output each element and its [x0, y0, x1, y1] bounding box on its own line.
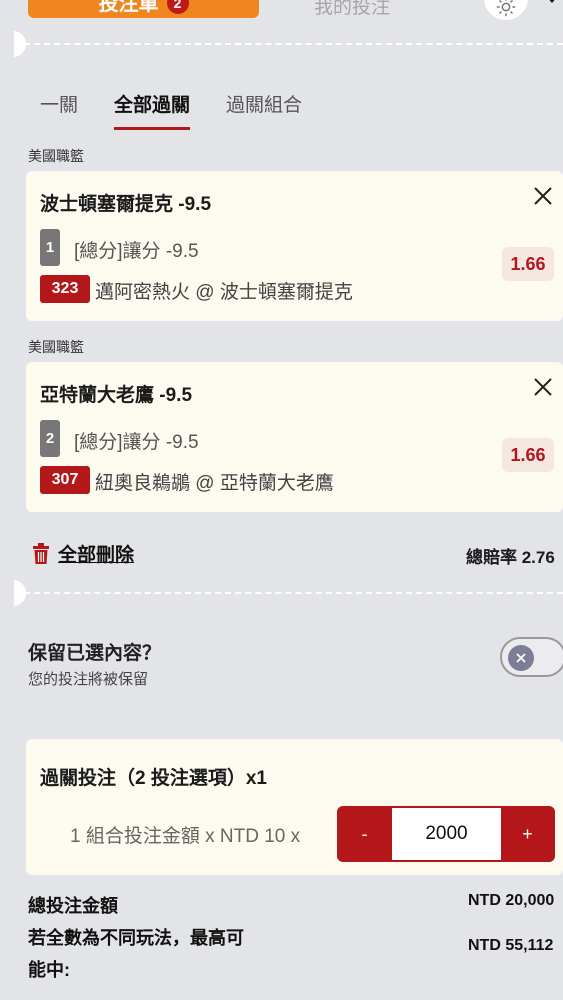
ticket-notch: [14, 580, 26, 606]
total-stake-label: 總投注金額: [28, 896, 118, 916]
total-stake-value: NTD 20,000: [468, 892, 555, 909]
max-win-label: 若全數為不同玩法，最高可: [28, 928, 244, 948]
match-name: 邁阿密熱火 @ 波士頓塞爾提克: [95, 282, 353, 303]
selection-title: 波士頓塞爾提克 -9.5: [40, 194, 212, 215]
trash-icon: [33, 542, 49, 564]
divider: [14, 43, 563, 45]
tab-betslip[interactable]: 投注單 2: [28, 0, 259, 18]
ticket-notch: [14, 31, 26, 57]
keep-selections-toggle[interactable]: [500, 637, 563, 677]
odds-value: 1.66: [502, 438, 554, 472]
bet-type-tabs: 一關 全部過關 過關組合: [40, 90, 302, 130]
tab-betslip-label: 投注單: [98, 0, 159, 15]
header: 投注單 2 我的投注: [14, 0, 563, 22]
toggle-knob: [508, 645, 534, 671]
selection-card: 波士頓塞爾提克 -9.5 1 [總分]讓分 -9.5 323 邁阿密熱火 @ 波…: [26, 171, 563, 321]
match-name: 紐奧良鵜鶘 @ 亞特蘭大老鷹: [95, 473, 334, 494]
max-win-label-cont: 能中:: [28, 960, 70, 980]
tab-parlay-combo[interactable]: 過關組合: [226, 90, 302, 130]
tab-all-parlay[interactable]: 全部過關: [114, 90, 191, 130]
settings-button[interactable]: [484, 0, 528, 20]
close-icon[interactable]: [532, 185, 554, 207]
match-id-badge: 323: [40, 275, 90, 303]
keep-selections-title: 保留已選內容？: [28, 643, 162, 664]
league-label: 美國職籃: [28, 339, 84, 355]
market-label: [總分]讓分 -9.5: [74, 241, 199, 262]
stake-stepper: - +: [337, 806, 555, 862]
chevron-down-icon[interactable]: [546, 0, 558, 6]
close-icon[interactable]: [532, 376, 554, 398]
selection-title: 亞特蘭大老鷹 -9.5: [40, 385, 193, 406]
delete-all-label: 全部刪除: [58, 545, 135, 566]
tab-my-bets[interactable]: 我的投注: [314, 0, 390, 19]
parlay-title: 過關投注（2 投注選項）x1: [40, 768, 267, 789]
decrease-button[interactable]: -: [337, 806, 392, 862]
gear-icon: [496, 0, 516, 17]
betslip-panel: 投注單 2 我的投注 一關 全部過關 過關組合 美國職籃 波士頓塞爾提克 -9.…: [14, 0, 563, 1000]
match-id-badge: 307: [40, 466, 90, 494]
tab-single[interactable]: 一關: [40, 90, 78, 130]
delete-all-button[interactable]: 全部刪除: [32, 540, 134, 567]
odds-value: 1.66: [502, 247, 554, 281]
keep-selections-subtitle: 您的投注將被保留: [28, 671, 149, 688]
stake-input[interactable]: [392, 808, 501, 860]
close-icon: [516, 653, 526, 663]
divider: [14, 592, 563, 594]
increase-button[interactable]: +: [500, 806, 555, 862]
selection-card: 亞特蘭大老鷹 -9.5 2 [總分]讓分 -9.5 307 紐奧良鵜鶘 @ 亞特…: [26, 362, 563, 512]
league-label: 美國職籃: [28, 148, 84, 164]
parlay-stake-card: 過關投注（2 投注選項）x1 1 組合投注金額 x NTD 10 x - +: [26, 739, 563, 875]
market-label: [總分]讓分 -9.5: [74, 432, 199, 453]
total-odds: 總賠率 2.76: [466, 548, 555, 567]
max-win-value: NTD 55,112: [468, 937, 554, 954]
leg-number: 1: [40, 229, 60, 266]
combo-stake-label: 1 組合投注金額 x NTD 10 x: [70, 826, 301, 847]
leg-number: 2: [40, 420, 60, 457]
betslip-count-badge: 2: [166, 0, 189, 14]
